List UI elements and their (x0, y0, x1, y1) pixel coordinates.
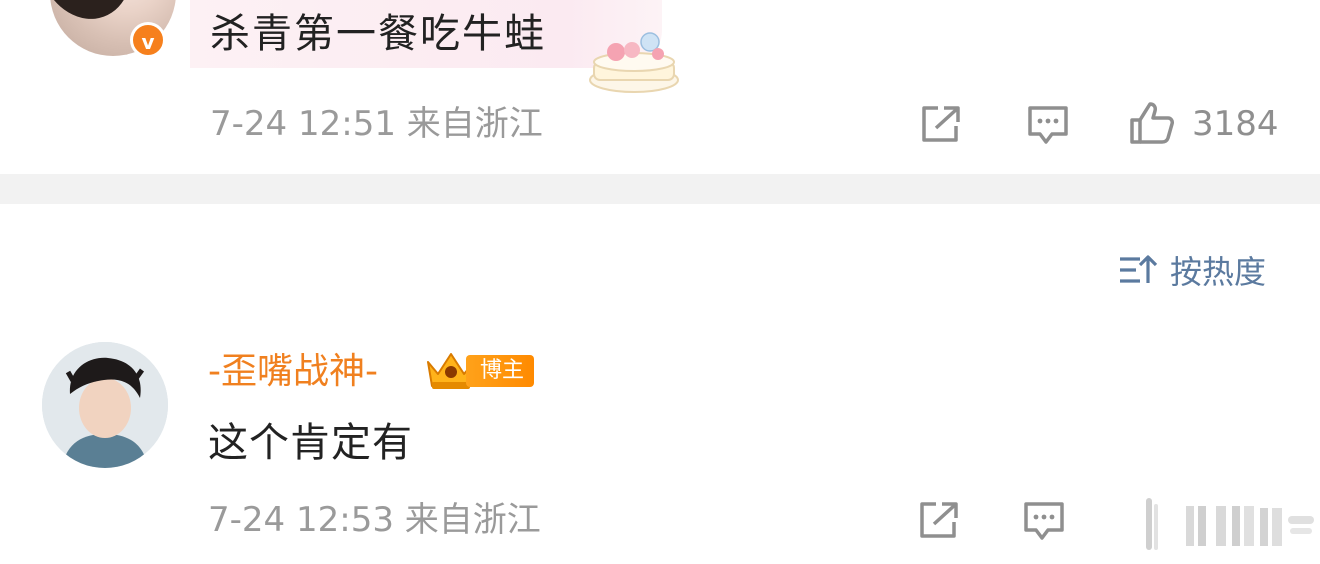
comment-icon[interactable] (1026, 104, 1070, 146)
comment-like-icon[interactable] (1140, 494, 1318, 552)
share-icon[interactable] (920, 104, 964, 144)
post-meta: 7-24 12:51 来自浙江 (210, 104, 543, 144)
thumbs-up-icon[interactable] (1128, 100, 1176, 146)
comment-text: 这个肯定有 (208, 420, 413, 466)
section-divider (0, 174, 1320, 204)
comment-username[interactable]: -歪嘴战神- (208, 350, 378, 394)
like-count: 3184 (1192, 104, 1279, 144)
sort-icon (1120, 255, 1158, 283)
blogger-badge: 博主 (466, 355, 535, 387)
comment-meta: 7-24 12:53 来自浙江 (208, 500, 541, 540)
comment-avatar[interactable] (42, 342, 168, 468)
sort-by-hot-button[interactable]: 按热度 (1118, 250, 1267, 291)
verified-badge: v (130, 22, 166, 58)
comment-reply-icon[interactable] (1022, 500, 1066, 542)
post-text: 杀青第一餐吃牛蛙 (210, 11, 546, 57)
comment-share-icon[interactable] (918, 500, 962, 540)
cake-sticker-icon (589, 32, 679, 93)
sort-label: 按热度 (1170, 253, 1267, 291)
